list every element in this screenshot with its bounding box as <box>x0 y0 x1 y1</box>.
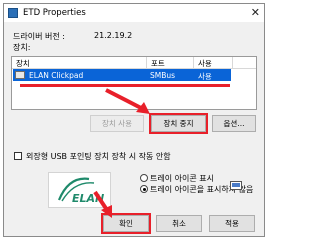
disable-on-usb-checkbox[interactable] <box>14 152 22 160</box>
device-port: SMBus <box>150 70 176 80</box>
apply-button[interactable]: 적용 <box>209 215 255 232</box>
elan-logo-icon: ELAN <box>57 177 104 205</box>
enable-device-button[interactable]: 장치 사용 <box>90 115 144 132</box>
elan-logo-text: ELAN <box>72 192 104 205</box>
elan-logo: ELAN <box>48 172 111 208</box>
cancel-button[interactable]: 취소 <box>156 215 202 232</box>
window-title: ETD Properties <box>23 8 86 18</box>
tray-icon-hide-radio[interactable] <box>140 185 148 193</box>
devices-label: 장치: <box>13 43 31 52</box>
ok-button[interactable]: 확인 <box>101 213 151 234</box>
highlight-underline <box>20 84 230 87</box>
app-icon <box>8 8 18 18</box>
column-header-port[interactable]: 포트 <box>151 58 165 69</box>
device-row-elan-clickpad[interactable]: ELAN Clickpad SMBus 사용 <box>13 69 231 81</box>
tray-icon-show-radio[interactable] <box>140 174 148 182</box>
device-list[interactable]: 장치 포트 사용 ELAN Clickpad SMBus 사용 <box>11 56 257 110</box>
driver-version-label: 드라이버 버전 : <box>13 32 65 41</box>
column-header-status[interactable]: 사용 <box>198 58 212 69</box>
tray-icon-preview <box>230 181 242 190</box>
disable-on-usb-label: 외장형 USB 포인팅 장치 장착 시 작동 안함 <box>26 152 171 161</box>
title-bar: ETD Properties ✕ <box>4 4 264 22</box>
etd-properties-dialog: ETD Properties ✕ 드라이버 버전 : 21.2.19.2 장치:… <box>3 3 265 237</box>
device-list-header: 장치 포트 사용 <box>12 57 256 69</box>
options-button[interactable]: 옵션... <box>212 115 256 132</box>
device-icon <box>15 71 25 79</box>
driver-version-value: 21.2.19.2 <box>94 31 133 40</box>
device-name: ELAN Clickpad <box>29 70 84 80</box>
close-icon[interactable]: ✕ <box>251 6 260 19</box>
stop-device-button[interactable]: 장치 중지 <box>149 113 208 134</box>
device-status: 사용 <box>198 71 212 81</box>
column-header-device[interactable]: 장치 <box>16 58 30 69</box>
tray-icon-show-label: 트레이 아이콘 표시 <box>150 174 214 183</box>
